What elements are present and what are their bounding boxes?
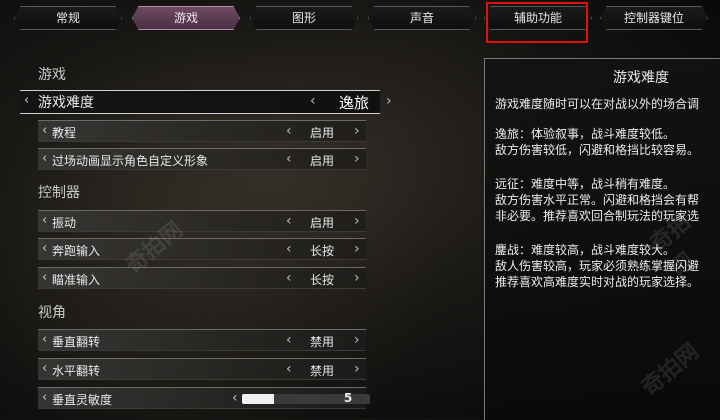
tab-general[interactable]: 常规: [14, 6, 122, 30]
arrow-left-icon[interactable]: ‹: [286, 213, 292, 229]
section-controller-header: 控制器: [38, 185, 80, 201]
tab-game[interactable]: 游戏: [132, 6, 240, 30]
setting-row-difficulty[interactable]: ‹ 游戏难度 ‹ 逸旅 ›: [20, 90, 392, 114]
section-game-header: 游戏: [38, 67, 66, 83]
arrow-left-icon[interactable]: ‹: [232, 390, 238, 406]
row-marker-icon: ‹: [42, 270, 48, 285]
arrow-right-icon[interactable]: ›: [354, 361, 360, 377]
arrow-left-icon[interactable]: ‹: [286, 151, 292, 167]
setting-label: 振动: [52, 216, 77, 230]
info-line: 游戏难度随时可以在对战以外的场合调: [495, 97, 700, 111]
setting-value: 长按: [309, 273, 334, 287]
arrow-right-icon[interactable]: ›: [354, 151, 360, 167]
setting-value: 禁用: [309, 335, 334, 349]
setting-row-aim-input[interactable]: ‹ 瞄准输入 ‹ 长按 ›: [38, 267, 366, 289]
arrow-right-icon[interactable]: ›: [354, 213, 360, 229]
info-line: 敌方伤害水平正常。闪避和格挡会有帮: [495, 193, 700, 207]
setting-value: 启用: [309, 126, 334, 140]
info-panel-title: 游戏难度: [613, 70, 669, 86]
tab-accessibility[interactable]: 辅助功能: [484, 6, 592, 30]
setting-label: 过场动画显示角色自定义形象: [52, 154, 209, 168]
setting-value: 禁用: [309, 364, 334, 378]
arrow-left-icon[interactable]: ‹: [286, 361, 292, 377]
setting-label: 奔跑输入: [52, 244, 101, 258]
row-marker-icon: ‹: [42, 213, 48, 228]
arrow-right-icon[interactable]: ›: [354, 332, 360, 348]
arrow-right-icon[interactable]: ›: [386, 93, 392, 109]
setting-label: 教程: [52, 126, 77, 140]
arrow-left-icon[interactable]: ‹: [310, 93, 316, 109]
info-line: 敌人伤害较高，玩家必须熟练掌握闪避: [495, 259, 700, 273]
arrow-right-icon[interactable]: ›: [354, 241, 360, 257]
setting-value: 5: [343, 391, 353, 405]
row-marker-icon: ‹: [24, 93, 30, 108]
info-line: 非必要。推荐喜欢回合制玩法的玩家选: [495, 209, 700, 223]
arrow-right-icon[interactable]: ›: [354, 123, 360, 139]
info-panel: 游戏难度 游戏难度随时可以在对战以外的场合调 逸旅：体验叙事，战斗难度较低。 敌…: [484, 58, 720, 420]
setting-label: 水平翻转: [52, 364, 101, 378]
setting-value: 逸旅: [338, 94, 369, 112]
setting-value: 启用: [309, 154, 334, 168]
row-marker-icon: ‹: [42, 241, 48, 256]
arrow-right-icon[interactable]: ›: [354, 270, 360, 286]
setting-row-sprint-input[interactable]: ‹ 奔跑输入 ‹ 长按 ›: [38, 238, 366, 260]
setting-value: 长按: [309, 244, 334, 258]
setting-value: 启用: [309, 216, 334, 230]
info-line: 敌方伤害较低，闪避和格挡比较容易。: [495, 143, 700, 157]
tab-audio[interactable]: 声音: [368, 6, 476, 30]
setting-row-vertical-sensitivity[interactable]: ‹ 垂直灵敏度 ‹ 5: [38, 387, 370, 409]
section-view-header: 视角: [38, 305, 66, 321]
setting-row-tutorial[interactable]: ‹ 教程 ‹ 启用 ›: [38, 120, 366, 142]
arrow-left-icon[interactable]: ‹: [286, 241, 292, 257]
row-marker-icon: ‹: [42, 332, 48, 347]
tab-graphics[interactable]: 图形: [250, 6, 358, 30]
row-marker-icon: ‹: [42, 151, 48, 166]
setting-row-cutscene-custom[interactable]: ‹ 过场动画显示角色自定义形象 ‹ 启用 ›: [38, 148, 366, 170]
tab-bar: 常规 游戏 图形 声音 辅助功能 控制器键位: [0, 0, 720, 43]
tab-controller-mapping[interactable]: 控制器键位: [600, 6, 708, 30]
row-marker-icon: ‹: [42, 390, 48, 405]
arrow-left-icon[interactable]: ‹: [286, 332, 292, 348]
setting-label: 垂直灵敏度: [52, 393, 113, 407]
info-line: 远征：难度中等，战斗稍有难度。: [495, 177, 676, 191]
slider-fill: [242, 394, 274, 404]
info-line: 鏖战：难度较高，战斗难度较大。: [495, 243, 676, 257]
setting-row-invert-x[interactable]: ‹ 水平翻转 ‹ 禁用 ›: [38, 358, 366, 380]
arrow-left-icon[interactable]: ‹: [286, 270, 292, 286]
info-line: 逸旅：体验叙事，战斗难度较低。: [495, 127, 676, 141]
setting-label: 瞄准输入: [52, 273, 101, 287]
setting-row-invert-y[interactable]: ‹ 垂直翻转 ‹ 禁用 ›: [38, 329, 366, 351]
setting-label: 垂直翻转: [52, 335, 101, 349]
setting-row-vibration[interactable]: ‹ 振动 ‹ 启用 ›: [38, 210, 366, 232]
info-line: 推荐喜欢高难度实时对战的玩家选择。: [495, 275, 700, 289]
row-marker-icon: ‹: [42, 123, 48, 138]
arrow-left-icon[interactable]: ‹: [286, 123, 292, 139]
setting-label: 游戏难度: [38, 95, 94, 111]
row-marker-icon: ‹: [42, 361, 48, 376]
